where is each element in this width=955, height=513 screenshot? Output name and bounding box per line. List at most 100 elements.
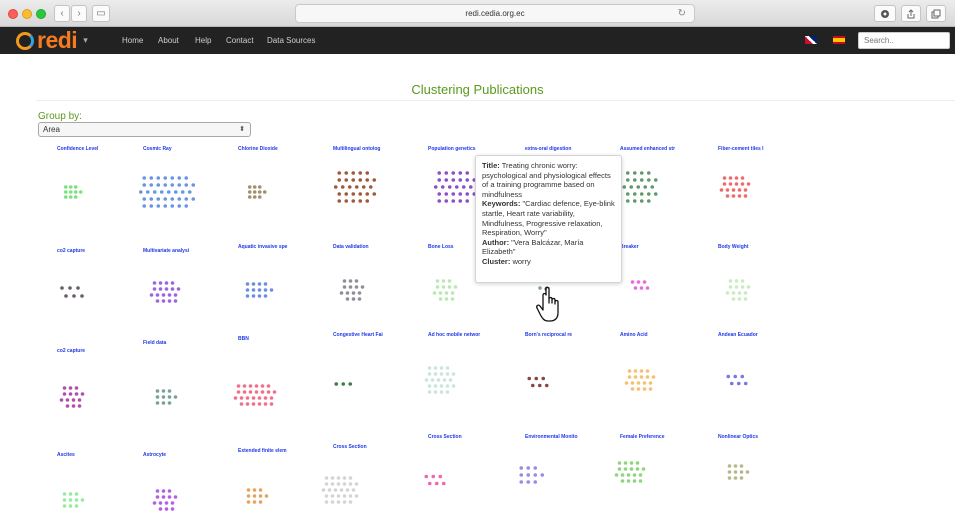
publication-dot[interactable] (625, 171, 630, 175)
publication-dot[interactable] (348, 500, 353, 504)
publication-dot[interactable] (365, 199, 370, 203)
publication-dot[interactable] (62, 492, 67, 496)
cluster-label[interactable]: Astrocyte (143, 452, 166, 458)
publication-dot[interactable] (427, 481, 432, 486)
cluster-label[interactable]: Body Weight (718, 244, 748, 250)
publication-dot[interactable] (73, 195, 78, 199)
publication-dot[interactable] (161, 401, 166, 405)
publication-dot[interactable] (622, 185, 627, 189)
publication-dot[interactable] (158, 501, 163, 505)
cluster-label[interactable]: Population genetics (428, 146, 476, 152)
cluster-dots[interactable] (339, 279, 365, 301)
publication-dot[interactable] (734, 279, 739, 283)
publication-dot[interactable] (737, 291, 742, 295)
publication-dot[interactable] (62, 392, 67, 396)
publication-dot[interactable] (330, 476, 335, 480)
publication-dot[interactable] (358, 199, 363, 203)
publication-dot[interactable] (64, 294, 68, 298)
cluster-label[interactable]: Multivariate analysi (143, 248, 189, 254)
publication-dot[interactable] (163, 204, 168, 208)
publication-dot[interactable] (184, 183, 189, 187)
publication-dot[interactable] (740, 285, 745, 289)
publication-dot[interactable] (743, 188, 748, 192)
publication-dot[interactable] (639, 192, 644, 196)
publication-dot[interactable] (731, 194, 736, 198)
publication-dot[interactable] (645, 369, 650, 373)
publication-dot[interactable] (627, 369, 632, 373)
cluster-dots[interactable] (719, 176, 751, 198)
publication-dot[interactable] (263, 288, 268, 292)
publication-dot[interactable] (245, 288, 250, 292)
publication-dot[interactable] (68, 386, 73, 390)
publication-dot[interactable] (740, 182, 745, 186)
publication-dot[interactable] (357, 297, 362, 301)
publication-dot[interactable] (252, 195, 257, 199)
publication-dot[interactable] (260, 384, 265, 388)
publication-dot[interactable] (177, 183, 182, 187)
publication-dot[interactable] (63, 185, 68, 189)
publication-dot[interactable] (177, 204, 182, 208)
publication-dot[interactable] (166, 190, 171, 194)
publication-dot[interactable] (541, 376, 546, 381)
publication-dot[interactable] (337, 199, 342, 203)
publication-dot[interactable] (71, 404, 76, 408)
publication-dot[interactable] (245, 402, 250, 406)
publication-dot[interactable] (458, 178, 463, 182)
publication-dot[interactable] (526, 466, 531, 470)
publication-dot[interactable] (149, 204, 154, 208)
publication-dot[interactable] (339, 291, 344, 295)
publication-dot[interactable] (163, 183, 168, 187)
publication-dot[interactable] (438, 474, 443, 479)
publication-dot[interactable] (534, 376, 539, 381)
cluster-dots[interactable] (333, 171, 377, 203)
publication-dot[interactable] (167, 293, 172, 297)
publication-dot[interactable] (257, 282, 262, 286)
cluster-dots[interactable] (624, 369, 656, 391)
publication-dot[interactable] (177, 197, 182, 201)
publication-dot[interactable] (745, 470, 750, 474)
publication-dot[interactable] (427, 372, 432, 376)
publication-dot[interactable] (635, 461, 640, 465)
cluster-label[interactable]: Assumed enhanced str (620, 146, 675, 152)
publication-dot[interactable] (365, 178, 370, 182)
publication-dot[interactable] (152, 501, 157, 505)
publication-dot[interactable] (176, 287, 181, 291)
publication-dot[interactable] (633, 369, 638, 373)
cluster-label[interactable]: extra-oral digestion (525, 146, 571, 152)
publication-dot[interactable] (623, 467, 628, 471)
cluster-dots[interactable] (155, 389, 178, 405)
publication-dot[interactable] (623, 461, 628, 465)
cluster-dots[interactable] (138, 176, 196, 208)
publication-dot[interactable] (632, 479, 637, 483)
publication-dot[interactable] (639, 286, 644, 290)
publication-dot[interactable] (444, 178, 449, 182)
publication-dot[interactable] (636, 381, 641, 385)
publication-dot[interactable] (734, 182, 739, 186)
cluster-dots[interactable] (630, 280, 650, 290)
publication-dot[interactable] (736, 381, 741, 386)
publication-dot[interactable] (632, 171, 637, 175)
publication-dot[interactable] (272, 390, 277, 394)
publication-dot[interactable] (448, 378, 453, 382)
publication-dot[interactable] (533, 466, 538, 470)
publication-dot[interactable] (334, 382, 339, 386)
cluster-label[interactable]: Data validation (333, 244, 369, 250)
publication-dot[interactable] (527, 376, 532, 381)
publication-dot[interactable] (191, 197, 196, 201)
publication-dot[interactable] (639, 171, 644, 175)
publication-dot[interactable] (451, 372, 456, 376)
cluster-label[interactable]: Breaker (620, 244, 639, 250)
publication-dot[interactable] (251, 294, 256, 298)
publication-dot[interactable] (167, 395, 172, 399)
publication-dot[interactable] (348, 482, 353, 486)
publication-dot[interactable] (251, 288, 256, 292)
publication-dot[interactable] (731, 297, 736, 301)
publication-dot[interactable] (242, 390, 247, 394)
publication-dot[interactable] (263, 294, 268, 298)
publication-dot[interactable] (161, 293, 166, 297)
publication-dot[interactable] (170, 176, 175, 180)
publication-dot[interactable] (439, 366, 444, 370)
publication-dot[interactable] (451, 192, 456, 196)
publication-dot[interactable] (254, 384, 259, 388)
publication-dot[interactable] (242, 384, 247, 388)
